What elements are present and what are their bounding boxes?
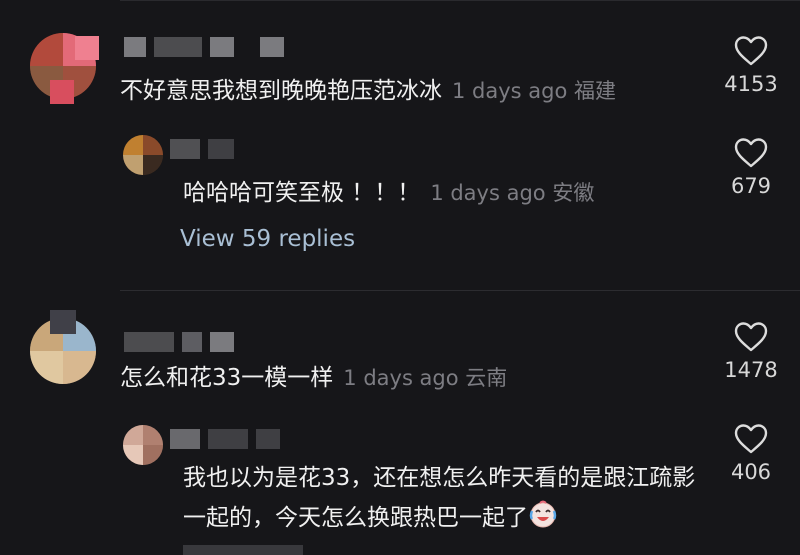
comment-text: 哈哈哈可笑至极 ！！！ 1 days ago 安徽 [183,180,595,206]
like-count: 406 [730,460,772,484]
like-button[interactable]: 679 [711,138,791,198]
comment-time: 1 days ago [452,79,568,103]
comment-text: 我也以为是花33，还在想怎么昨天看的是跟江疏影一起的，今天怎么换跟热巴一起了 [183,465,696,531]
avatar[interactable] [123,425,163,465]
username[interactable] [170,428,280,450]
heart-outline-icon [734,322,768,352]
like-count: 1478 [724,358,778,382]
view-replies-link[interactable]: View 59 replies [180,226,355,252]
heart-outline-icon [734,36,768,66]
like-count: 679 [730,174,772,198]
comment-time: 1 days ago [343,366,459,390]
like-button[interactable]: 1478 [711,322,791,382]
avatar-pixel [50,80,74,104]
username[interactable] [124,331,234,353]
avatar-pixel [50,310,76,334]
crying-laughing-emoji [529,500,557,528]
avatar[interactable] [123,135,163,175]
username[interactable] [124,36,284,58]
heart-outline-icon [734,424,768,454]
username[interactable] [170,138,234,160]
comment-location: 云南 [465,366,508,390]
like-count: 4153 [724,72,778,96]
comment-text: 不好意思我想到晚晚艳压范冰冰 1 days ago 福建 [120,78,617,104]
avatar-pixel [75,36,99,60]
comment-text: 怎么和花33一模一样 1 days ago 云南 [120,365,508,391]
comment-time: 1 days ago [430,181,546,205]
comment-location: 安徽 [552,181,595,205]
comment-location: 福建 [574,79,617,103]
top-divider [120,0,800,1]
like-button[interactable]: 4153 [711,36,791,96]
heart-outline-icon [734,138,768,168]
like-button[interactable]: 406 [711,424,791,484]
truncated-meta [183,545,303,555]
divider [120,290,800,291]
